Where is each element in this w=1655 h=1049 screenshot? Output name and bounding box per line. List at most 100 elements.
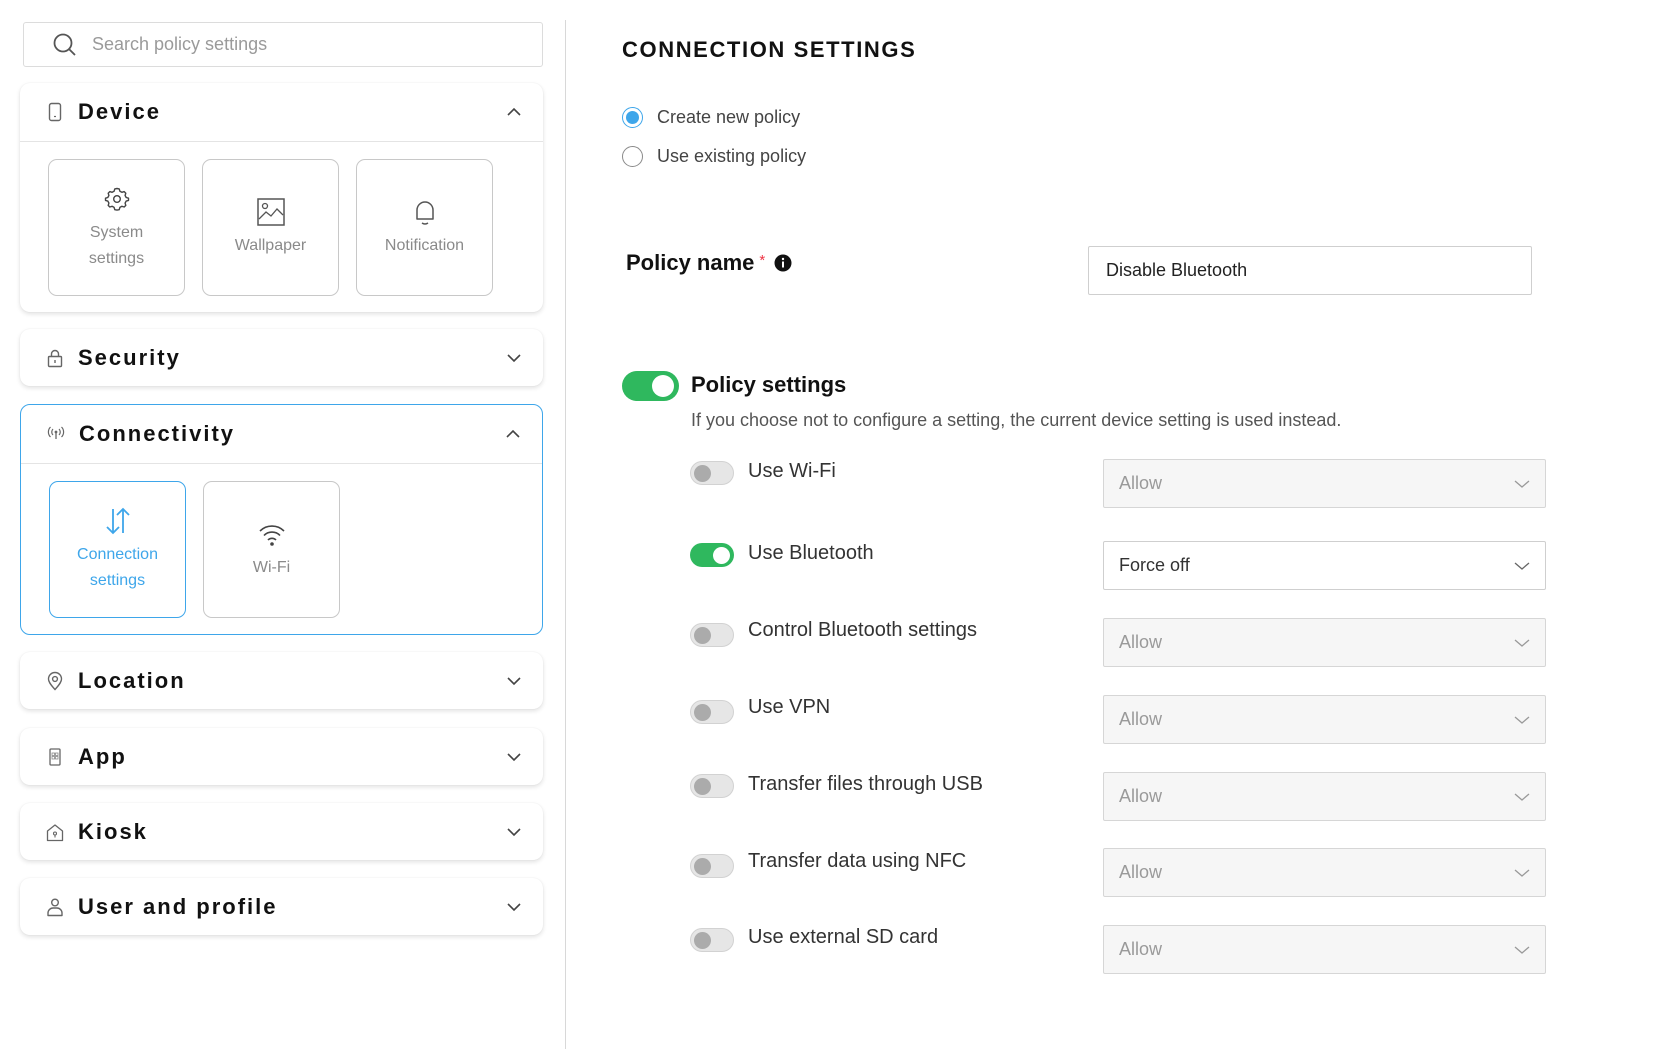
category-title: User and profile	[78, 894, 278, 919]
chevron-up-icon[interactable]	[505, 103, 523, 121]
radio-label: Use existing policy	[657, 146, 807, 166]
setting-toggle[interactable]	[690, 700, 734, 724]
tile-connection-settings[interactable]: Connection settings	[49, 481, 186, 618]
panel-divider	[565, 20, 566, 1049]
setting-toggle[interactable]	[690, 461, 734, 485]
setting-toggle[interactable]	[690, 623, 734, 647]
select-value: Allow	[1119, 473, 1163, 493]
category-location[interactable]: Location	[20, 652, 543, 709]
category-title: Kiosk	[78, 819, 148, 844]
phone-icon	[45, 102, 65, 122]
category-device: Device System settings Wallpaper Notific…	[20, 83, 543, 312]
tile-notification[interactable]: Notification	[356, 159, 493, 296]
search-input[interactable]	[92, 34, 492, 55]
wifi-icon	[258, 524, 285, 546]
setting-select[interactable]: Allow	[1103, 695, 1546, 744]
category-app[interactable]: App	[20, 728, 543, 785]
chevron-down-icon[interactable]	[505, 898, 523, 916]
category-security[interactable]: Security	[20, 329, 543, 386]
policy-name-text: Policy name	[626, 250, 755, 275]
chevron-down-icon	[1514, 562, 1530, 570]
main-panel: CONNECTION SETTINGS Create new policy Us…	[622, 0, 1655, 1049]
radio-label: Create new policy	[657, 107, 801, 127]
select-value: Allow	[1119, 632, 1163, 652]
user-icon	[45, 897, 65, 917]
setting-toggle[interactable]	[690, 854, 734, 878]
radio-button[interactable]	[622, 146, 643, 167]
setting-toggle[interactable]	[690, 928, 734, 952]
toggle-knob	[694, 857, 711, 875]
chevron-up-icon[interactable]	[504, 425, 522, 443]
policy-name-input[interactable]	[1088, 246, 1532, 295]
chevron-down-icon	[1514, 716, 1530, 724]
tile-label: Wi-Fi	[252, 558, 291, 576]
policy-settings-toggle[interactable]	[622, 371, 679, 401]
lock-icon	[45, 348, 65, 368]
category-location-header[interactable]: Location	[20, 652, 543, 710]
tile-label: Connection	[77, 545, 158, 563]
category-app-header[interactable]: App	[20, 728, 543, 786]
required-mark: *	[759, 251, 766, 269]
radio-button-checked[interactable]	[622, 107, 643, 128]
select-value: Force off	[1119, 555, 1190, 575]
category-title: Connectivity	[79, 421, 236, 446]
setting-select[interactable]: Allow	[1103, 925, 1546, 974]
setting-toggle[interactable]	[690, 543, 734, 567]
category-connectivity: Connectivity Connection settings Wi-Fi	[20, 404, 543, 635]
setting-label: Use external SD card	[748, 926, 939, 948]
chevron-down-icon	[1514, 639, 1530, 647]
chevron-down-icon[interactable]	[505, 823, 523, 841]
chevron-down-icon[interactable]	[505, 672, 523, 690]
category-device-header[interactable]: Device	[20, 83, 543, 141]
select-value: Allow	[1119, 709, 1163, 729]
toggle-knob	[713, 546, 730, 564]
search-box[interactable]	[23, 22, 543, 67]
toggle-knob	[694, 626, 711, 644]
chevron-down-icon[interactable]	[505, 748, 523, 766]
radio-create-new-policy[interactable]: Create new policy	[622, 107, 800, 128]
category-connectivity-header[interactable]: Connectivity	[21, 405, 542, 463]
select-value: Allow	[1119, 786, 1163, 806]
category-kiosk[interactable]: Kiosk	[20, 803, 543, 860]
search-icon	[53, 33, 76, 56]
toggle-knob	[652, 375, 674, 397]
category-user-header[interactable]: User and profile	[20, 878, 543, 936]
category-title: App	[78, 744, 127, 769]
toggle-knob	[694, 931, 711, 949]
toggle-knob	[694, 777, 711, 795]
category-device-items: System settings Wallpaper Notification	[20, 141, 543, 313]
category-user-and-profile[interactable]: User and profile	[20, 878, 543, 935]
location-pin-icon	[45, 671, 65, 691]
setting-label: Use VPN	[748, 696, 831, 718]
category-security-header[interactable]: Security	[20, 329, 543, 387]
category-title: Security	[78, 345, 181, 370]
page-title: CONNECTION SETTINGS	[622, 37, 917, 62]
tile-label: Notification	[384, 236, 465, 254]
tile-wifi[interactable]: Wi-Fi	[203, 481, 340, 618]
chevron-down-icon[interactable]	[505, 349, 523, 367]
select-value: Allow	[1119, 939, 1163, 959]
tile-wallpaper[interactable]: Wallpaper	[202, 159, 339, 296]
policy-sidebar: Device System settings Wallpaper Notific…	[20, 22, 543, 935]
chevron-down-icon	[1514, 793, 1530, 801]
select-value: Allow	[1119, 862, 1163, 882]
setting-select[interactable]: Allow	[1103, 848, 1546, 897]
toggle-knob	[694, 703, 711, 721]
setting-select[interactable]: Allow	[1103, 772, 1546, 821]
setting-label: Use Bluetooth	[748, 542, 874, 564]
policy-settings-description: If you choose not to configure a setting…	[691, 410, 1342, 430]
policy-name-label: Policy name *	[626, 250, 792, 276]
app-icon	[45, 747, 65, 767]
info-icon[interactable]	[774, 254, 792, 272]
setting-select[interactable]: Allow	[1103, 618, 1546, 667]
tile-system-settings[interactable]: System settings	[48, 159, 185, 296]
setting-toggle[interactable]	[690, 774, 734, 798]
tile-label: System	[89, 223, 144, 241]
radio-use-existing-policy[interactable]: Use existing policy	[622, 146, 806, 167]
toggle-knob	[694, 464, 711, 482]
bell-icon	[415, 200, 434, 225]
setting-label: Transfer files through USB	[748, 773, 983, 795]
setting-select[interactable]: Force off	[1103, 541, 1546, 590]
category-kiosk-header[interactable]: Kiosk	[20, 803, 543, 861]
setting-select[interactable]: Allow	[1103, 459, 1546, 508]
